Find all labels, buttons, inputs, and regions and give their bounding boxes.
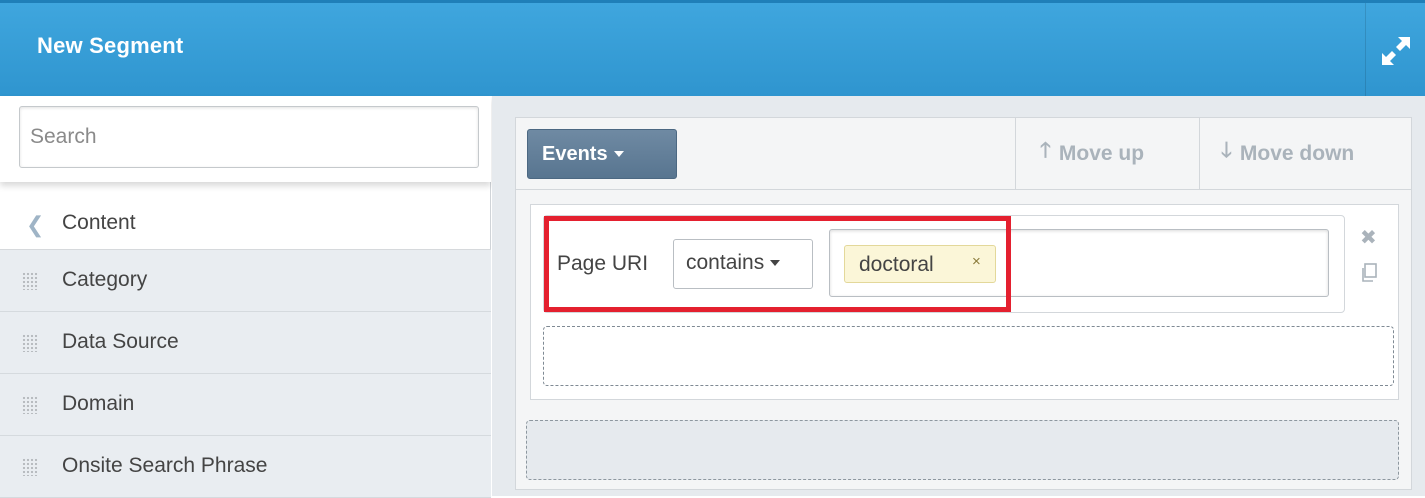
condition-dropzone[interactable] xyxy=(543,326,1394,386)
back-label: Content xyxy=(62,211,136,234)
copy-icon[interactable] xyxy=(1360,263,1378,283)
move-down-label: Move down xyxy=(1239,141,1355,165)
condition-field-label: Page URI xyxy=(557,252,649,275)
value-tag-input[interactable]: doctoral × xyxy=(829,229,1329,297)
dialog-title: New Segment xyxy=(37,33,184,58)
value-tag: doctoral × xyxy=(844,245,996,283)
events-dropdown-button[interactable]: Events xyxy=(527,129,677,179)
search-input[interactable] xyxy=(19,106,479,168)
segment-toolbar: Events 🡑 Move up 🡓 Move down xyxy=(516,118,1411,190)
operator-value: contains xyxy=(686,251,765,274)
tag-remove-icon[interactable]: × xyxy=(972,253,981,270)
header-divider xyxy=(1365,3,1366,96)
back-to-content[interactable]: ❮ Content xyxy=(0,196,491,250)
list-item-category[interactable]: Category xyxy=(0,250,491,312)
drag-handle-icon[interactable] xyxy=(22,272,38,290)
condition-row: Page URI contains doctoral × xyxy=(543,215,1345,313)
toolbar-divider xyxy=(1015,118,1016,189)
rule-group: Page URI contains doctoral × ✖ xyxy=(530,204,1399,400)
remove-condition-icon[interactable]: ✖ xyxy=(1360,225,1377,250)
list-item-onsite-search-phrase[interactable]: Onsite Search Phrase xyxy=(0,436,491,498)
toolbar-divider xyxy=(1199,118,1200,189)
move-down-button[interactable]: 🡓 Move down xyxy=(1221,118,1354,189)
arrow-down-icon: 🡓 xyxy=(1221,139,1232,162)
list-item-label: Onsite Search Phrase xyxy=(62,454,268,477)
list-item-label: Data Source xyxy=(62,330,179,353)
list-item-label: Domain xyxy=(62,392,135,415)
expand-icon[interactable] xyxy=(1378,33,1414,69)
sidebar: ❮ Content Category Data Source Domain On… xyxy=(0,96,491,498)
drag-handle-icon[interactable] xyxy=(22,458,38,476)
events-label: Events xyxy=(542,142,608,165)
search-area xyxy=(0,96,491,182)
dialog-header: New Segment xyxy=(0,0,1425,96)
caret-down-icon xyxy=(770,260,781,267)
caret-down-icon xyxy=(613,151,624,158)
drag-handle-icon[interactable] xyxy=(22,396,38,414)
segment-panel: Events 🡑 Move up 🡓 Move down Page URI co… xyxy=(515,117,1412,490)
chevron-left-icon: ❮ xyxy=(26,212,45,237)
group-dropzone[interactable] xyxy=(526,420,1399,480)
tag-label: doctoral xyxy=(859,253,934,276)
operator-select[interactable]: contains xyxy=(673,239,813,289)
list-item-domain[interactable]: Domain xyxy=(0,374,491,436)
segment-builder: Events 🡑 Move up 🡓 Move down Page URI co… xyxy=(492,96,1425,496)
arrow-up-icon: 🡑 xyxy=(1040,139,1051,162)
move-up-label: Move up xyxy=(1058,141,1145,165)
list-item-data-source[interactable]: Data Source xyxy=(0,312,491,374)
move-up-button[interactable]: 🡑 Move up xyxy=(1040,118,1144,189)
list-item-label: Category xyxy=(62,268,148,291)
drag-handle-icon[interactable] xyxy=(22,334,38,352)
